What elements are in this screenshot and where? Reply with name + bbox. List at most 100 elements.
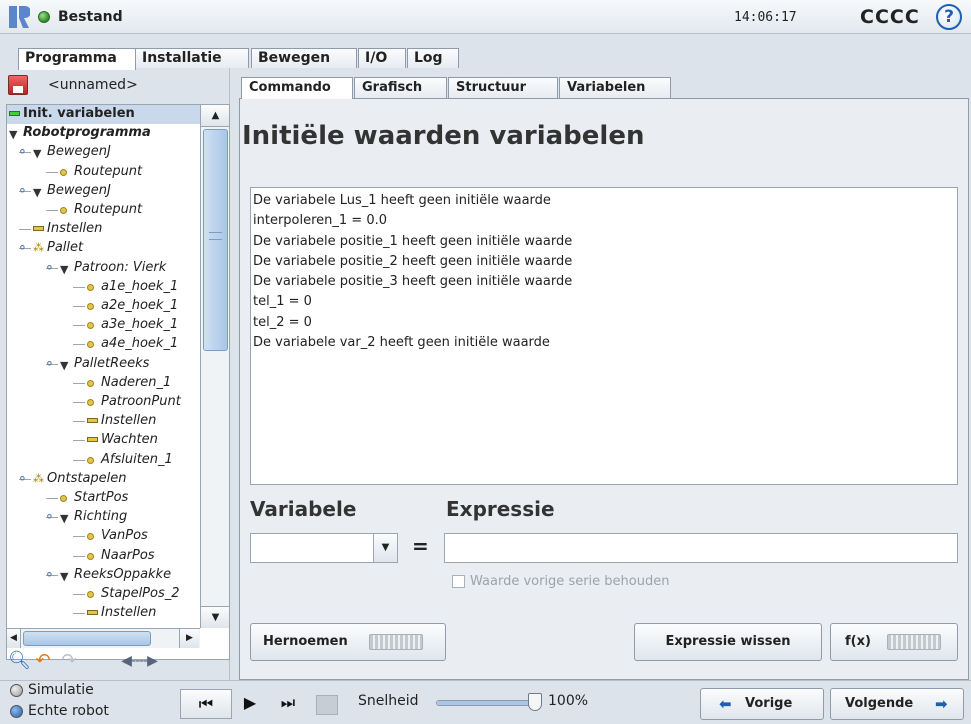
scroll-right-icon[interactable]: ▶ [179, 629, 199, 648]
waypoint-icon [87, 552, 94, 560]
tree-node[interactable]: ⚬ ▼ PalletReeks [7, 355, 200, 374]
tree-node[interactable]: ⚬ ▼ BewegenJ [7, 182, 200, 201]
tree-node[interactable]: StapelPos_2 [7, 585, 200, 604]
next-button[interactable]: Volgende ➡ [830, 688, 964, 720]
keep-value-checkbox[interactable] [452, 575, 465, 588]
undo-icon[interactable]: ↶ [32, 648, 54, 674]
expander-icon[interactable]: ⚬ [44, 509, 55, 527]
tree-node[interactable]: ▼ Robotprogramma [7, 124, 200, 143]
variable-line[interactable]: De variabele positie_3 heeft geen initië… [253, 272, 955, 292]
rename-button[interactable]: Hernoemen [250, 623, 446, 661]
tree-node[interactable]: Instellen [7, 220, 200, 239]
waypoint-icon [87, 379, 94, 387]
tab-log[interactable]: Log [407, 48, 459, 69]
simulation-radio[interactable] [10, 684, 23, 697]
expression-input[interactable] [444, 533, 958, 563]
tree-node[interactable]: Init. variabelen [7, 105, 200, 124]
chevron-down-icon[interactable]: ▼ [373, 534, 397, 562]
tree-connector [73, 286, 85, 288]
variable-list[interactable]: De variabele Lus_1 heeft geen initiële w… [250, 187, 958, 485]
tree-node-label: Wachten [101, 432, 158, 448]
tree-node[interactable]: ⚬ ⁂ Pallet [7, 239, 200, 258]
expander-icon[interactable]: ⚬ [17, 471, 28, 489]
variable-line[interactable]: tel_1 = 0 [253, 292, 955, 312]
tab-grafisch[interactable]: Grafisch [354, 77, 447, 98]
program-file-label[interactable]: Bestand [58, 9, 123, 25]
horizontal-scroll-thumb[interactable] [23, 631, 151, 646]
tree-node[interactable]: ⚬ ▼ BewegenJ [7, 143, 200, 162]
variable-line[interactable]: tel_2 = 0 [253, 313, 955, 333]
real-robot-radio[interactable] [10, 705, 23, 718]
help-icon[interactable]: ? [936, 4, 962, 30]
simulation-label[interactable]: Simulatie [28, 682, 94, 698]
tab-variabelen[interactable]: Variabelen [559, 77, 671, 98]
keyboard-icon [369, 634, 423, 650]
variable-line[interactable]: De variabele positie_2 heeft geen initië… [253, 252, 955, 272]
tab-bewegen[interactable]: Bewegen [251, 48, 357, 69]
tree-node[interactable]: StartPos [7, 489, 200, 508]
expander-icon[interactable]: ⚬ [17, 240, 28, 258]
tree-node[interactable]: a1e_hoek_1 [7, 278, 200, 297]
tree-connector [73, 382, 85, 384]
speed-slider-handle[interactable] [528, 693, 542, 711]
expander-icon[interactable]: ⚬ [44, 260, 55, 278]
variable-line[interactable]: De variabele positie_1 heeft geen initië… [253, 232, 955, 252]
tree-node[interactable]: Instellen [7, 412, 200, 431]
tree-node[interactable]: ⚬ ▼ ReeksOppakke [7, 566, 200, 585]
tree-node[interactable]: Naderen_1 [7, 374, 200, 393]
tab-io[interactable]: I/O [358, 48, 406, 69]
scroll-down-icon[interactable]: ▼ [201, 606, 229, 628]
tree-node[interactable]: Routepunt [7, 163, 200, 182]
play-icon[interactable]: ▶ [236, 689, 264, 719]
tree-node[interactable]: ⚬ ⁂ Ontstapelen [7, 470, 200, 489]
save-icon[interactable] [8, 75, 28, 95]
previous-button[interactable]: ⬅ Vorige [700, 688, 824, 720]
set-icon [87, 610, 98, 616]
tree-toolbar: 🔍︎ ↶ ↷ ◀----▶ [6, 648, 224, 676]
variable-line[interactable]: De variabele Lus_1 heeft geen initiële w… [253, 191, 955, 211]
speed-slider[interactable] [436, 700, 536, 706]
stop-icon[interactable] [316, 695, 338, 715]
fx-button[interactable]: f(x) [830, 623, 958, 661]
tree-node[interactable]: ⚬ ▼ Patroon: Vierk [7, 259, 200, 278]
tree-vertical-scrollbar[interactable]: ▲ ▼ [200, 105, 229, 628]
step-icon[interactable]: ⏭ [268, 689, 308, 719]
expander-icon[interactable]: ⚬ [44, 356, 55, 374]
expander-icon[interactable]: ⚬ [44, 567, 55, 585]
tree-node[interactable]: a4e_hoek_1 [7, 335, 200, 354]
tree-node[interactable]: NaarPos [7, 547, 200, 566]
scroll-up-icon[interactable]: ▲ [201, 105, 229, 127]
tree-node[interactable]: Afsluiten_1 [7, 451, 200, 470]
variable-line[interactable]: interpoleren_1 = 0.0 [253, 211, 955, 231]
tree-node-label: NaarPos [101, 547, 155, 563]
search-icon[interactable]: 🔍︎ [8, 648, 31, 674]
tree-horizontal-scrollbar[interactable]: ◀ ▶ [7, 628, 200, 648]
skip-to-start-icon[interactable]: ⏮ [180, 689, 232, 719]
tab-installatie[interactable]: Installatie [135, 48, 249, 69]
tree-node[interactable]: ⚬ ▼ Richting [7, 508, 200, 527]
tree-node[interactable]: Instellen [7, 604, 200, 623]
tree-node[interactable]: Wachten [7, 431, 200, 450]
clear-expression-button[interactable]: Expressie wissen [634, 623, 822, 661]
tree-node[interactable]: PatroonPunt [7, 393, 200, 412]
tab-commando[interactable]: Commando [241, 77, 353, 99]
tree-connector [73, 459, 85, 461]
tab-structuur[interactable]: Structuur [448, 77, 558, 98]
scroll-thumb[interactable] [203, 129, 228, 351]
redo-icon[interactable]: ↷ [58, 648, 80, 674]
move-arrows-icon[interactable]: ◀----▶ [84, 648, 194, 674]
real-robot-label[interactable]: Echte robot [28, 703, 109, 719]
variable-line[interactable]: De variabele var_2 heeft geen initiële w… [253, 333, 955, 353]
tree-node[interactable]: Routepunt [7, 201, 200, 220]
scroll-left-icon[interactable]: ◀ [7, 629, 21, 648]
tree-node[interactable]: a3e_hoek_1 [7, 316, 200, 335]
tree-node[interactable]: VanPos [7, 527, 200, 546]
expander-icon[interactable]: ⚬ [17, 144, 28, 162]
tab-programma[interactable]: Programma [18, 48, 136, 70]
program-tree: Init. variabelen ▼ Robotprogramma ⚬ ▼ Bewegen… [6, 104, 230, 660]
variable-select[interactable]: ▼ [250, 533, 398, 563]
tree-connector [46, 210, 58, 211]
tree-connector [73, 440, 85, 442]
expander-icon[interactable]: ⚬ [17, 183, 28, 201]
tree-node[interactable]: a2e_hoek_1 [7, 297, 200, 316]
